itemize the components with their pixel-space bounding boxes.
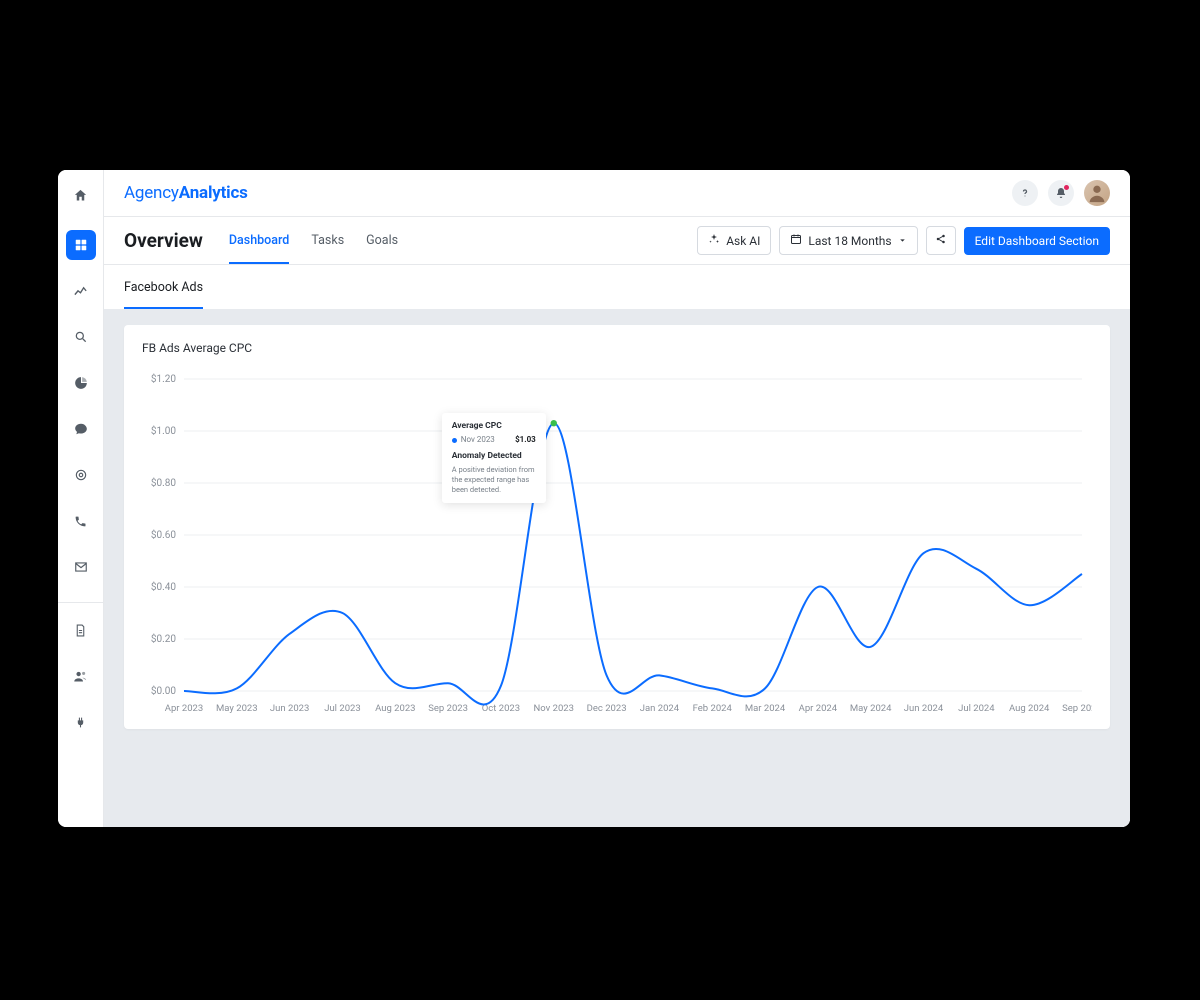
svg-text:Jun 2023: Jun 2023 <box>270 703 309 714</box>
svg-text:$0.80: $0.80 <box>151 476 176 489</box>
edit-section-button[interactable]: Edit Dashboard Section <box>964 227 1110 255</box>
svg-text:May 2024: May 2024 <box>850 703 892 714</box>
tooltip-value: $1.03 <box>515 435 536 446</box>
svg-text:Aug 2024: Aug 2024 <box>1009 703 1050 714</box>
svg-text:Aug 2023: Aug 2023 <box>375 703 415 714</box>
help-icon[interactable] <box>1012 180 1038 206</box>
svg-text:Dec 2023: Dec 2023 <box>587 703 627 714</box>
chart-tooltip: Average CPC Nov 2023 $1.03 Anomaly Detec… <box>442 413 546 503</box>
dashboard-icon[interactable] <box>66 230 96 260</box>
tooltip-dot <box>452 438 457 443</box>
brand-part2: Analytics <box>179 183 248 203</box>
chevron-down-icon <box>898 234 907 248</box>
chart-card: FB Ads Average CPC $0.00$0.20$0.40$0.60$… <box>124 325 1110 729</box>
sidebar <box>58 170 104 827</box>
svg-text:Jul 2023: Jul 2023 <box>324 703 361 714</box>
share-button[interactable] <box>926 226 956 255</box>
svg-text:Sep 2023: Sep 2023 <box>428 703 468 714</box>
svg-text:$0.40: $0.40 <box>151 580 176 593</box>
tooltip-title: Average CPC <box>452 421 536 432</box>
pie-icon[interactable] <box>66 368 96 398</box>
tab-tasks[interactable]: Tasks <box>311 233 344 264</box>
nav-row: Overview Dashboard Tasks Goals Ask AI <box>104 217 1130 265</box>
sidebar-divider <box>58 602 104 603</box>
phone-icon[interactable] <box>66 506 96 536</box>
chat-icon[interactable] <box>66 414 96 444</box>
svg-text:Jul 2024: Jul 2024 <box>958 703 995 714</box>
nav-tabs: Dashboard Tasks Goals <box>229 217 398 264</box>
tooltip-row: Nov 2023 $1.03 <box>452 435 536 446</box>
page-title: Overview <box>124 229 203 252</box>
app-window: AgencyAnalytics Overview Dashboard <box>58 170 1130 827</box>
svg-text:Jun 2024: Jun 2024 <box>904 703 944 714</box>
avatar[interactable] <box>1084 180 1110 206</box>
svg-text:$0.20: $0.20 <box>151 632 176 645</box>
ask-ai-label: Ask AI <box>726 234 760 248</box>
svg-text:Nov 2023: Nov 2023 <box>534 703 574 714</box>
notifications-icon[interactable] <box>1048 180 1074 206</box>
brand-part1: Agency <box>124 183 179 203</box>
date-range-button[interactable]: Last 18 Months <box>779 226 917 255</box>
home-icon[interactable] <box>66 180 96 210</box>
svg-text:Feb 2024: Feb 2024 <box>693 703 733 714</box>
mail-icon[interactable] <box>66 552 96 582</box>
svg-text:$0.00: $0.00 <box>151 684 176 697</box>
subnav: Facebook Ads <box>104 265 1130 309</box>
svg-text:$0.60: $0.60 <box>151 528 176 541</box>
nav-left: Overview Dashboard Tasks Goals <box>124 217 398 264</box>
activity-icon[interactable] <box>66 276 96 306</box>
svg-text:$1.00: $1.00 <box>151 424 176 437</box>
edit-section-label: Edit Dashboard Section <box>975 234 1099 248</box>
calendar-icon <box>790 233 802 248</box>
content-area: FB Ads Average CPC $0.00$0.20$0.40$0.60$… <box>104 309 1130 827</box>
topbar: AgencyAnalytics <box>104 170 1130 217</box>
tooltip-warning-text: A positive deviation from the expected r… <box>452 465 536 495</box>
target-icon[interactable] <box>66 460 96 490</box>
svg-text:Jan 2024: Jan 2024 <box>640 703 680 714</box>
tab-dashboard[interactable]: Dashboard <box>229 233 289 264</box>
tooltip-date: Nov 2023 <box>461 435 495 446</box>
document-icon[interactable] <box>66 615 96 645</box>
svg-text:Apr 2023: Apr 2023 <box>165 703 203 714</box>
share-icon <box>935 233 947 248</box>
users-icon[interactable] <box>66 661 96 691</box>
plug-icon[interactable] <box>66 707 96 737</box>
ask-ai-button[interactable]: Ask AI <box>697 226 771 255</box>
chart-title: FB Ads Average CPC <box>142 341 1092 355</box>
tab-goals[interactable]: Goals <box>366 233 398 264</box>
tooltip-warning-title: Anomaly Detected <box>452 451 536 462</box>
brand-logo[interactable]: AgencyAnalytics <box>124 183 248 203</box>
notification-dot <box>1064 185 1069 190</box>
svg-text:Mar 2024: Mar 2024 <box>745 703 786 714</box>
svg-text:Apr 2024: Apr 2024 <box>799 703 838 714</box>
svg-text:May 2023: May 2023 <box>216 703 258 714</box>
sparkle-icon <box>708 233 720 248</box>
nav-right: Ask AI Last 18 Months <box>697 226 1110 255</box>
svg-text:$1.20: $1.20 <box>151 372 176 385</box>
topbar-right <box>1012 180 1110 206</box>
search-icon[interactable] <box>66 322 96 352</box>
main-area: AgencyAnalytics Overview Dashboard <box>104 170 1130 827</box>
subtab-facebook-ads[interactable]: Facebook Ads <box>124 280 203 309</box>
svg-text:Sep 2024: Sep 2024 <box>1062 703 1092 714</box>
chart-wrap: $0.00 $0.20 $0.40 $0.60 $0.80 $1.00 $1.20 Apr 2… <box>142 359 1092 719</box>
date-range-label: Last 18 Months <box>808 234 891 248</box>
chart-svg: $0.00 $0.20 $0.40 $0.60 $0.80 $1.00 $1.20 Apr 2… <box>142 359 1092 719</box>
